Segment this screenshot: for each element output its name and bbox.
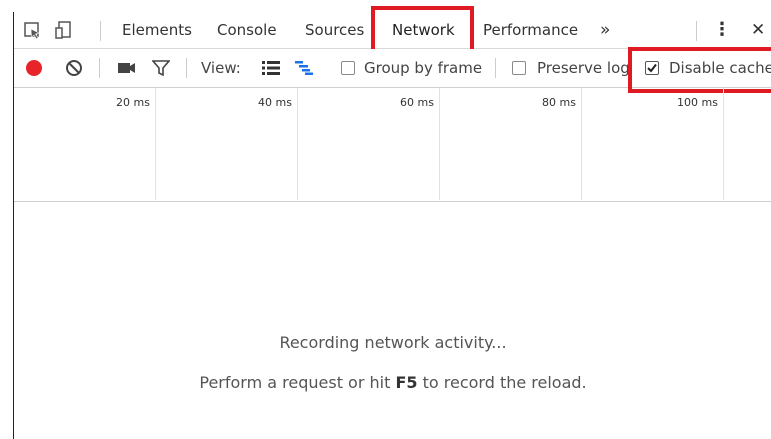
disable-cache-highlight [628, 47, 771, 93]
group-by-frame-label: Group by frame [364, 59, 483, 77]
preserve-log-checkbox[interactable] [512, 61, 526, 75]
tab-console[interactable]: Console [217, 12, 277, 48]
network-tab-highlight [371, 6, 474, 53]
view-label: View: [201, 59, 241, 77]
tab-sources[interactable]: Sources [305, 12, 364, 48]
more-tabs-icon[interactable]: » [600, 12, 610, 48]
timeline-gridline [297, 88, 298, 200]
close-icon[interactable]: ✕ [751, 12, 765, 48]
waterfall-overview-icon[interactable] [295, 61, 313, 75]
empty-state-hint-after: to record the reload. [417, 373, 587, 392]
filter-icon[interactable] [152, 59, 170, 77]
toolbar-separator [495, 58, 496, 78]
empty-state-hint: Perform a request or hit F5 to record th… [14, 373, 771, 392]
timeline-gridline [723, 88, 724, 200]
inspect-element-icon[interactable] [23, 21, 43, 41]
timeline-gridline [155, 88, 156, 200]
timeline-tick: 80 ms [542, 96, 576, 109]
tab-separator [100, 21, 101, 41]
timeline-overview[interactable]: 20 ms 40 ms 60 ms 80 ms 100 ms [14, 88, 771, 202]
timeline-tick: 40 ms [258, 96, 292, 109]
preserve-log-label: Preserve log [537, 59, 630, 77]
tab-separator [696, 21, 697, 41]
timeline-gridline [581, 88, 582, 200]
reload-shortcut-key: F5 [395, 373, 418, 392]
tab-performance[interactable]: Performance [483, 12, 578, 48]
empty-state-hint-before: Perform a request or hit [199, 373, 396, 392]
timeline-tick: 20 ms [116, 96, 150, 109]
menu-icon[interactable]: ⋮ [713, 12, 731, 48]
group-by-frame-checkbox[interactable] [341, 61, 355, 75]
toolbar-separator [99, 58, 100, 78]
device-toolbar-icon[interactable] [54, 20, 74, 40]
screenshot-camera-icon[interactable] [117, 61, 137, 75]
record-icon[interactable] [25, 59, 43, 77]
clear-icon[interactable] [65, 59, 83, 77]
large-rows-icon[interactable] [262, 61, 280, 75]
tab-elements[interactable]: Elements [122, 12, 192, 48]
timeline-gridline [439, 88, 440, 200]
empty-state-title: Recording network activity... [279, 333, 507, 352]
timeline-tick: 100 ms [677, 96, 718, 109]
devtools-panel: Elements Console Sources Network Perform… [13, 6, 771, 439]
timeline-tick: 60 ms [400, 96, 434, 109]
toolbar-separator [186, 58, 187, 78]
